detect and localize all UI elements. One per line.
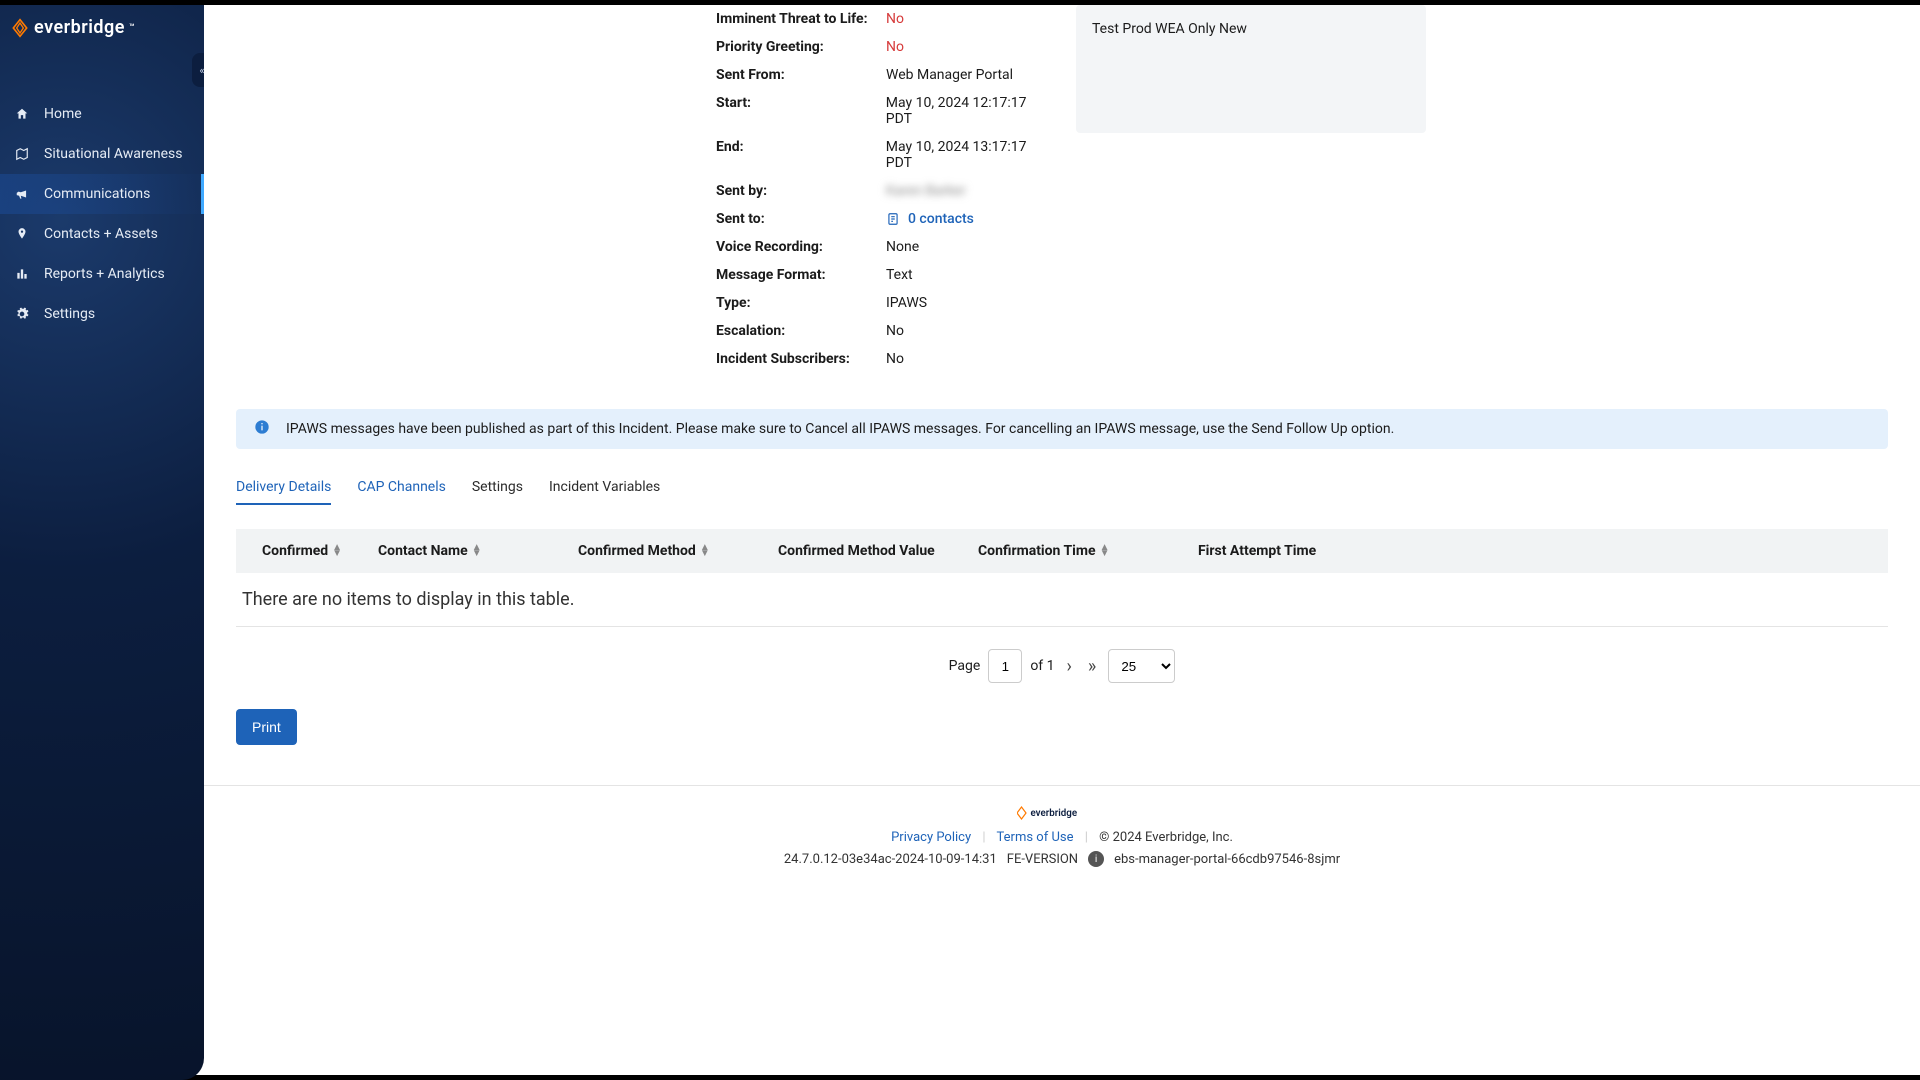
sent-to-link[interactable]: 0 contacts <box>886 211 974 227</box>
th-confirmed[interactable]: Confirmed▲▼ <box>236 529 366 573</box>
th-first-attempt-time: First Attempt Time <box>1186 529 1888 573</box>
main-pane: Imminent Threat to Life:No Priority Gree… <box>204 5 1920 1075</box>
footer-privacy-link[interactable]: Privacy Policy <box>891 830 971 845</box>
pager-last-button[interactable]: » <box>1084 656 1100 677</box>
pager: Page of 1 › » 25 <box>204 649 1920 683</box>
detail-value: No <box>886 351 904 367</box>
footer-logo: everbridge <box>1017 804 1107 822</box>
nav-list: Home Situational Awareness Communication… <box>0 94 204 334</box>
sort-icon: ▲▼ <box>700 545 710 557</box>
footer-copyright: © 2024 Everbridge, Inc. <box>1099 830 1233 845</box>
nav-settings[interactable]: Settings <box>0 294 204 334</box>
tabs: Delivery Details CAP Channels Settings I… <box>236 471 1888 505</box>
detail-area: Imminent Threat to Life:No Priority Gree… <box>204 5 1920 373</box>
table-empty-message: There are no items to display in this ta… <box>236 573 1888 627</box>
detail-label: Priority Greeting: <box>716 39 886 55</box>
download-icon <box>886 211 900 227</box>
print-button[interactable]: Print <box>236 709 297 745</box>
gear-icon <box>14 307 30 321</box>
info-banner: IPAWS messages have been published as pa… <box>236 409 1888 449</box>
detail-value: IPAWS <box>886 295 927 311</box>
pager-page-size-select[interactable]: 25 <box>1108 649 1175 683</box>
map-icon <box>14 147 30 161</box>
detail-value: Text <box>886 267 913 283</box>
detail-label: Voice Recording: <box>716 239 886 255</box>
nav-home[interactable]: Home <box>0 94 204 134</box>
nav-label: Situational Awareness <box>44 146 183 162</box>
detail-label: Sent From: <box>716 67 886 83</box>
nav-communications[interactable]: Communications <box>0 174 204 214</box>
home-icon <box>14 107 30 121</box>
megaphone-icon <box>14 187 30 201</box>
detail-value: May 10, 2024 13:17:17 PDT <box>886 139 1056 171</box>
info-icon <box>254 419 270 439</box>
th-confirmed-method[interactable]: Confirmed Method▲▼ <box>566 529 766 573</box>
svg-text:everbridge: everbridge <box>1031 808 1078 819</box>
nav-situational-awareness[interactable]: Situational Awareness <box>0 134 204 174</box>
nav-label: Reports + Analytics <box>44 266 165 282</box>
nav-contacts-assets[interactable]: Contacts + Assets <box>0 214 204 254</box>
brand-logo: everbridge ™ <box>0 5 204 58</box>
sent-to-text: 0 contacts <box>908 211 974 227</box>
detail-label: Sent by: <box>716 183 886 199</box>
detail-value: No <box>886 39 904 55</box>
info-icon[interactable]: i <box>1088 851 1104 867</box>
nav-label: Home <box>44 106 82 122</box>
detail-value: No <box>886 11 904 27</box>
footer: everbridge Privacy Policy | Terms of Use… <box>204 785 1920 877</box>
pager-of-label: of 1 <box>1030 658 1054 674</box>
detail-label: Escalation: <box>716 323 886 339</box>
table-header-row: Confirmed▲▼ Contact Name▲▼ Confirmed Met… <box>236 529 1888 573</box>
detail-value-sent-by: Karen Barker <box>886 183 966 199</box>
sort-icon: ▲▼ <box>472 545 482 557</box>
detail-value: Web Manager Portal <box>886 67 1013 83</box>
detail-value: None <box>886 239 919 255</box>
detail-label: Type: <box>716 295 886 311</box>
brand-tm: ™ <box>129 23 135 33</box>
nav-label: Settings <box>44 306 95 322</box>
detail-label: Message Format: <box>716 267 886 283</box>
sidebar: everbridge ™ « Home Situational Awarenes… <box>0 5 204 1080</box>
footer-build: 24.7.0.12-03e34ac-2024-10-09-14:31 <box>784 852 997 867</box>
detail-value: No <box>886 323 904 339</box>
tab-cap-channels[interactable]: CAP Channels <box>357 471 446 505</box>
side-card-text: Test Prod WEA Only New <box>1092 19 1410 40</box>
pager-page-input[interactable] <box>988 649 1022 683</box>
footer-fe-label: FE-VERSION <box>1007 852 1078 867</box>
brand-icon <box>10 18 30 38</box>
footer-host: ebs-manager-portal-66cdb97546-8sjmr <box>1114 852 1340 867</box>
detail-label: Sent to: <box>716 211 886 227</box>
detail-label: Incident Subscribers: <box>716 351 886 367</box>
nav-reports-analytics[interactable]: Reports + Analytics <box>0 254 204 294</box>
detail-label: End: <box>716 139 886 171</box>
th-contact-name[interactable]: Contact Name▲▼ <box>366 529 566 573</box>
side-info-card: Test Prod WEA Only New <box>1076 5 1426 133</box>
detail-list: Imminent Threat to Life:No Priority Gree… <box>716 5 1056 373</box>
nav-label: Communications <box>44 186 150 202</box>
th-confirmed-method-value: Confirmed Method Value <box>766 529 966 573</box>
detail-label: Start: <box>716 95 886 127</box>
tab-delivery-details[interactable]: Delivery Details <box>236 471 331 505</box>
delivery-table: Confirmed▲▼ Contact Name▲▼ Confirmed Met… <box>236 529 1888 627</box>
nav-label: Contacts + Assets <box>44 226 158 242</box>
pager-next-button[interactable]: › <box>1063 656 1076 677</box>
detail-label: Imminent Threat to Life: <box>716 11 886 27</box>
pin-icon <box>14 227 30 241</box>
chart-icon <box>14 267 30 281</box>
footer-terms-link[interactable]: Terms of Use <box>997 830 1074 845</box>
info-banner-text: IPAWS messages have been published as pa… <box>286 421 1394 437</box>
th-confirmation-time[interactable]: Confirmation Time▲▼ <box>966 529 1186 573</box>
brand-text: everbridge <box>34 17 125 38</box>
pager-page-label: Page <box>949 658 981 674</box>
tab-incident-variables[interactable]: Incident Variables <box>549 471 660 505</box>
detail-value: May 10, 2024 12:17:17 PDT <box>886 95 1056 127</box>
sort-icon: ▲▼ <box>332 545 342 557</box>
sort-icon: ▲▼ <box>1100 545 1110 557</box>
tab-settings[interactable]: Settings <box>472 471 523 505</box>
